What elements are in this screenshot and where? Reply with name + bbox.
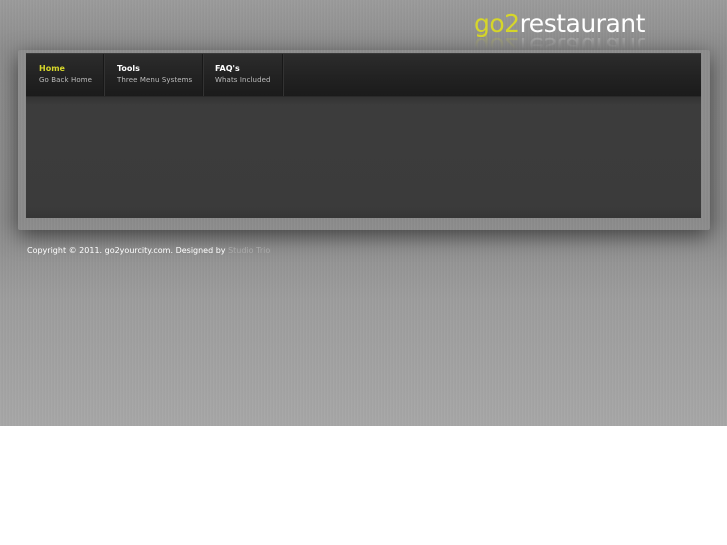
nav-item-title: Home [39, 64, 65, 73]
nav-item-title: Tools [117, 64, 140, 73]
footer-copyright: Copyright © 2011. go2yourcity.com. Desig… [27, 245, 270, 256]
nav-item-tools[interactable]: Tools Three Menu Systems [104, 54, 203, 97]
designer-link[interactable]: Studio Trio [228, 246, 270, 255]
copyright-text: Copyright © 2011. go2yourcity.com. Desig… [27, 246, 226, 255]
nav-item-title: FAQ's [215, 64, 240, 73]
nav-item-home[interactable]: Home Go Back Home [26, 54, 104, 97]
nav-item-faqs[interactable]: FAQ's Whats Included [203, 54, 283, 97]
nav-item-subtitle: Three Menu Systems [117, 76, 193, 84]
content-panel [26, 96, 701, 218]
main-navigation: Home Go Back Home Tools Three Menu Syste… [26, 53, 701, 97]
site-logo[interactable]: go2restaurant go2restaurant [474, 8, 654, 61]
nav-item-subtitle: Go Back Home [39, 76, 93, 84]
nav-item-subtitle: Whats Included [215, 76, 271, 84]
